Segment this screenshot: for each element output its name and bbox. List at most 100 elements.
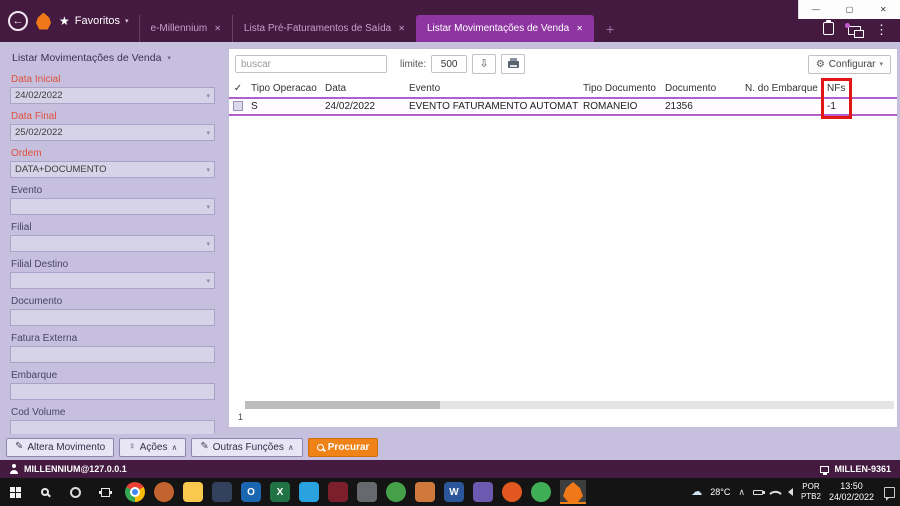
col-evento[interactable]: Evento: [405, 83, 579, 94]
procurar-button[interactable]: Procurar: [307, 437, 379, 457]
outras-funcoes-button[interactable]: ✎ Outras Funções ∧: [191, 437, 303, 457]
altera-movimento-button[interactable]: ✎ Altera Movimento: [6, 437, 115, 457]
app-icon-dark-red[interactable]: [328, 482, 348, 502]
row-checkbox[interactable]: [233, 101, 243, 112]
field-data-inicial: Data Inicial 24/02/2022 ▾: [10, 74, 215, 104]
favorites-menu[interactable]: ★ Favoritos ▾: [59, 14, 129, 28]
col-n-do-embarque[interactable]: N. do Embarque: [741, 83, 823, 94]
chevron-down-icon: ▾: [206, 166, 210, 174]
battery-icon[interactable]: [752, 489, 765, 495]
search-icon: [41, 488, 49, 496]
app-icon-word[interactable]: W: [444, 482, 464, 502]
computer-icon: [820, 465, 830, 475]
temperature[interactable]: 28°C: [710, 487, 730, 497]
altera-movimento-label: Altera Movimento: [27, 441, 106, 453]
app-icon-vscode[interactable]: [299, 482, 319, 502]
app-icon-browser-orange[interactable]: [154, 482, 174, 502]
tab-label: Listar Movimentações de Venda: [426, 23, 570, 34]
tab-lista-pre-faturamentos[interactable]: Lista Pré-Faturamentos de Saída ✕: [231, 15, 416, 42]
col-documento[interactable]: Documento: [661, 83, 741, 94]
cod-volume-input[interactable]: [10, 420, 215, 434]
app-icon-chrome[interactable]: [125, 482, 145, 502]
action-center-icon[interactable]: [884, 486, 895, 501]
taskbar-search-button[interactable]: [30, 478, 60, 506]
limit-label: limite:: [400, 58, 427, 70]
close-icon[interactable]: ✕: [576, 24, 583, 33]
limit-input[interactable]: [431, 55, 468, 73]
app-window: ← ★ Favoritos ▾ e-Millennium ✕ Lista Pré…: [0, 0, 900, 506]
weather-icon[interactable]: ☁: [691, 486, 702, 498]
ordem-dropdown[interactable]: DATA+DOCUMENTO ▾: [10, 161, 215, 178]
field-label: Cod Volume: [11, 407, 66, 418]
tray-expand-icon[interactable]: ∧: [738, 487, 745, 498]
language-indicator[interactable]: POR PTB2: [801, 482, 821, 501]
app-icon-camera-green[interactable]: [386, 482, 406, 502]
chevron-down-icon: ▾: [206, 203, 210, 211]
app-icon-orange-round[interactable]: [502, 482, 522, 502]
documento-input[interactable]: [10, 309, 215, 326]
field-evento: Evento ▾: [10, 185, 215, 215]
configurar-button[interactable]: ⚙ Configurar ▾: [807, 54, 891, 74]
col-tipo-operacao[interactable]: Tipo Operacao: [247, 83, 321, 94]
horizontal-scrollbar[interactable]: [245, 401, 894, 409]
speaker-icon[interactable]: [787, 488, 793, 496]
status-user: MILLENNIUM@127.0.0.1: [24, 464, 127, 474]
screens-icon[interactable]: [845, 23, 864, 38]
data-final-dropdown[interactable]: 25/02/2022 ▾: [10, 124, 215, 141]
app-icon-purple[interactable]: [473, 482, 493, 502]
filial-dropdown[interactable]: ▾: [10, 235, 215, 252]
scrollbar-thumb[interactable]: [245, 401, 440, 409]
col-data[interactable]: Data: [321, 83, 405, 94]
app-icon-millennium[interactable]: [563, 482, 583, 502]
task-view-icon: [100, 487, 110, 497]
field-value: DATA+DOCUMENTO: [15, 164, 107, 175]
sidebar-title[interactable]: Listar Movimentações de Venda ▾: [12, 52, 215, 64]
cortana-icon: [69, 486, 81, 498]
col-tipo-documento[interactable]: Tipo Documento: [579, 83, 661, 94]
app-icon-file-explorer[interactable]: [183, 482, 203, 502]
start-button[interactable]: [0, 478, 30, 506]
back-button[interactable]: ←: [8, 11, 28, 31]
tab-listar-movimentacoes[interactable]: Listar Movimentações de Venda ✕: [415, 15, 594, 42]
app-icon-outlook[interactable]: O: [241, 482, 261, 502]
wifi-icon[interactable]: [769, 487, 782, 500]
clock[interactable]: 13:50 24/02/2022: [829, 481, 874, 503]
task-view-button[interactable]: [90, 478, 120, 506]
fatura-externa-input[interactable]: [10, 346, 215, 363]
clock-time: 13:50: [840, 481, 863, 492]
print-button[interactable]: [501, 54, 526, 74]
cortana-button[interactable]: [60, 478, 90, 506]
table-row[interactable]: S 24/02/2022 EVENTO FATURAMENTO AUTOMÁTI…: [229, 97, 897, 116]
field-label: Fatura Externa: [11, 333, 78, 344]
embarque-input[interactable]: [10, 383, 215, 400]
new-tab-button[interactable]: +: [594, 15, 626, 42]
overflow-menu-icon[interactable]: ⋮: [875, 23, 888, 36]
evento-dropdown[interactable]: ▾: [10, 198, 215, 215]
app-icon-camera-green-2[interactable]: [531, 482, 551, 502]
app-icon-mail[interactable]: [212, 482, 232, 502]
filial-destino-dropdown[interactable]: ▾: [10, 272, 215, 289]
language-line2: PTB2: [800, 492, 821, 501]
data-inicial-dropdown[interactable]: 24/02/2022 ▾: [10, 87, 215, 104]
gear-icon: ⚙: [815, 58, 825, 70]
select-all-checkbox[interactable]: ✓: [229, 83, 247, 94]
field-label: Data Final: [11, 111, 57, 122]
search-input[interactable]: [235, 55, 387, 73]
cell-nfs: -1: [827, 101, 836, 112]
row-count: 1: [238, 412, 244, 422]
close-window-button[interactable]: ✕: [866, 0, 900, 19]
system-tray: ☁ 28°C ∧ POR PTB2 13:50 24/02/2022: [691, 481, 900, 503]
app-icon-tan[interactable]: [415, 482, 435, 502]
close-icon[interactable]: ✕: [214, 24, 221, 33]
maximize-button[interactable]: ▢: [833, 0, 867, 19]
export-button[interactable]: ⇩: [472, 54, 497, 74]
col-nfs[interactable]: NFs: [823, 83, 897, 94]
titlebar: ← ★ Favoritos ▾ e-Millennium ✕ Lista Pré…: [0, 0, 900, 42]
app-icon-excel[interactable]: X: [270, 482, 290, 502]
close-icon[interactable]: ✕: [398, 24, 405, 33]
clipboard-icon[interactable]: [823, 20, 834, 35]
tab-e-millennium[interactable]: e-Millennium ✕: [138, 15, 232, 42]
minimize-button[interactable]: —: [799, 0, 833, 19]
app-icon-gray[interactable]: [357, 482, 377, 502]
acoes-button[interactable]: ♀ Ações ∧: [119, 437, 187, 457]
